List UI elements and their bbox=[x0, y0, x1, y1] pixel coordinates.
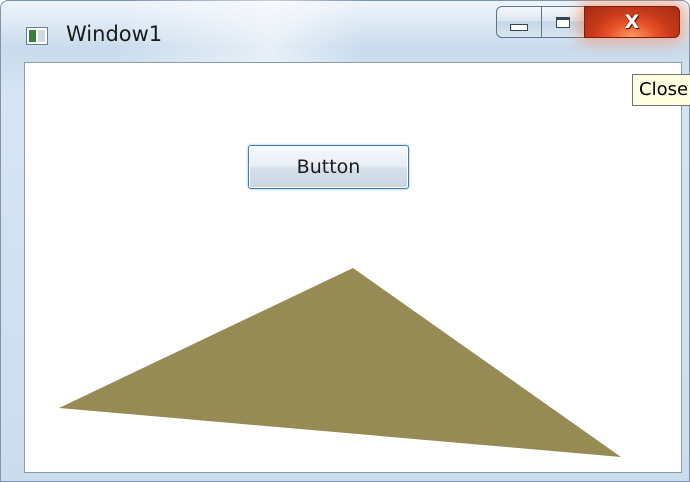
window-title: Window1 bbox=[66, 22, 163, 46]
client-area: Button bbox=[24, 62, 682, 473]
window-app-icon[interactable] bbox=[26, 27, 48, 45]
close-icon: X bbox=[624, 10, 640, 33]
close-tooltip: Close bbox=[632, 74, 690, 106]
content-button[interactable]: Button bbox=[248, 145, 409, 189]
triangle-canvas bbox=[59, 268, 621, 457]
minimize-button[interactable] bbox=[496, 6, 542, 38]
caption-buttons: X bbox=[496, 6, 682, 42]
maximize-button[interactable] bbox=[541, 6, 585, 38]
title-bar[interactable]: Window1 X bbox=[0, 0, 690, 60]
close-button[interactable]: X bbox=[584, 6, 680, 38]
triangle-polygon bbox=[59, 268, 621, 457]
maximize-icon bbox=[556, 16, 570, 28]
application-window: Window1 X Button Close bbox=[0, 0, 690, 482]
minimize-icon bbox=[510, 23, 528, 31]
